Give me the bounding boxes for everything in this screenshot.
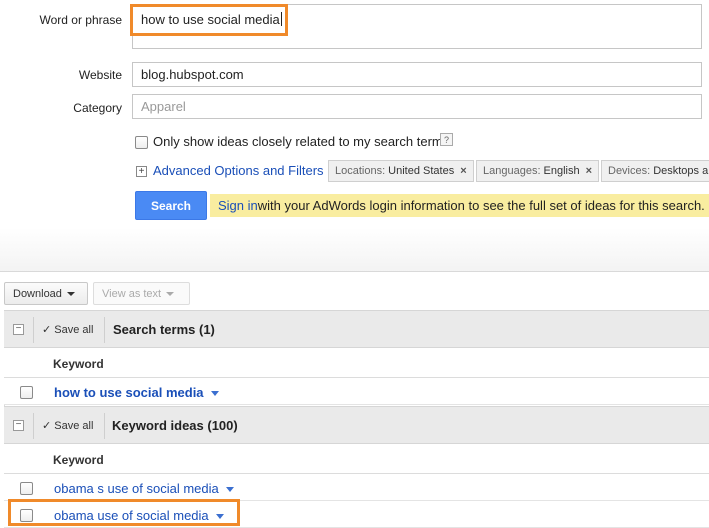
search-terms-title: Search terms (1) <box>113 322 215 337</box>
filter-key: Devices: <box>608 165 651 177</box>
collapse-minus-icon[interactable]: − <box>13 324 24 335</box>
notice-text: with your AdWords login information to s… <box>257 198 705 213</box>
category-placeholder: Apparel <box>141 99 186 114</box>
keyword-ideas-title: Keyword ideas (100) <box>112 418 238 433</box>
signin-link[interactable]: Sign in <box>218 198 258 213</box>
close-icon[interactable]: × <box>586 165 592 177</box>
save-all-button[interactable]: ✓ Save all <box>42 419 93 432</box>
filter-chip-devices-clip: Devices:Desktops and laptops <box>601 160 709 182</box>
section-fade <box>0 228 709 272</box>
section-divider <box>0 271 709 272</box>
download-label: Download <box>13 287 62 300</box>
chevron-down-icon <box>66 291 75 296</box>
chevron-down-icon[interactable] <box>210 391 219 397</box>
expand-plus-icon[interactable]: + <box>136 166 147 177</box>
row-checkbox[interactable] <box>20 482 33 495</box>
category-input[interactable]: Apparel <box>132 94 702 119</box>
keyword-text: how to use social media <box>54 385 204 400</box>
keyword-text: obama s use of social media <box>54 481 219 496</box>
search-terms-group-header: − ✓ Save all Search terms (1) <box>4 310 709 348</box>
advanced-options-link[interactable]: Advanced Options and Filters <box>153 163 324 178</box>
keyword-link[interactable]: how to use social media <box>54 385 219 400</box>
save-all-button[interactable]: ✓ Save all <box>42 323 93 336</box>
save-all-label: Save all <box>54 420 94 432</box>
keyword-column-label: Keyword <box>53 453 104 467</box>
save-all-label: Save all <box>54 324 94 336</box>
filter-chip-devices[interactable]: Devices:Desktops and laptops <box>601 160 709 182</box>
divider <box>33 317 34 343</box>
collapse-minus-icon[interactable]: − <box>13 420 24 431</box>
category-label: Category <box>73 101 122 115</box>
search-button[interactable]: Search <box>135 191 207 220</box>
check-icon: ✓ <box>42 420 52 432</box>
table-row: obama s use of social media <box>4 474 709 501</box>
signin-notice: Sign in with your AdWords login informat… <box>210 194 709 217</box>
row-checkbox[interactable] <box>20 386 33 399</box>
divider <box>33 413 34 439</box>
divider <box>104 413 105 439</box>
keyword-ideas-group-header: − ✓ Save all Keyword ideas (100) <box>4 406 709 444</box>
help-icon[interactable]: ? <box>440 133 453 146</box>
website-value: blog.hubspot.com <box>141 67 244 82</box>
view-as-text-label: View as text <box>102 287 162 300</box>
filter-value: United States <box>388 165 455 177</box>
filter-chip-locations[interactable]: Locations: United States × <box>328 160 474 182</box>
phrase-label: Word or phrase <box>39 13 122 27</box>
filter-value: Desktops and laptops <box>653 165 709 177</box>
column-header-keyword: Keyword <box>4 444 709 474</box>
download-button[interactable]: Download <box>4 282 88 305</box>
keyword-column-label: Keyword <box>53 357 104 371</box>
column-header-keyword: Keyword <box>4 348 709 378</box>
divider <box>104 317 105 343</box>
table-row: how to use social media <box>4 378 709 405</box>
check-icon: ✓ <box>42 324 52 336</box>
website-label: Website <box>78 68 122 82</box>
chevron-down-icon[interactable] <box>225 487 234 493</box>
close-icon[interactable]: × <box>460 165 466 177</box>
keyword-link[interactable]: obama s use of social media <box>54 481 234 496</box>
filter-key: Languages: <box>483 165 541 177</box>
filter-value: English <box>543 165 580 177</box>
row-highlight-box <box>8 499 240 526</box>
website-input[interactable]: blog.hubspot.com <box>132 62 702 87</box>
only-related-checkbox[interactable] <box>135 136 148 149</box>
filter-key: Locations: <box>335 165 386 177</box>
filter-chip-languages[interactable]: Languages: English × <box>476 160 600 182</box>
chevron-down-icon <box>166 291 175 296</box>
view-as-text-button[interactable]: View as text <box>93 282 190 305</box>
phrase-highlight-box <box>130 4 288 36</box>
only-related-label: Only show ideas closely related to my se… <box>153 134 450 149</box>
